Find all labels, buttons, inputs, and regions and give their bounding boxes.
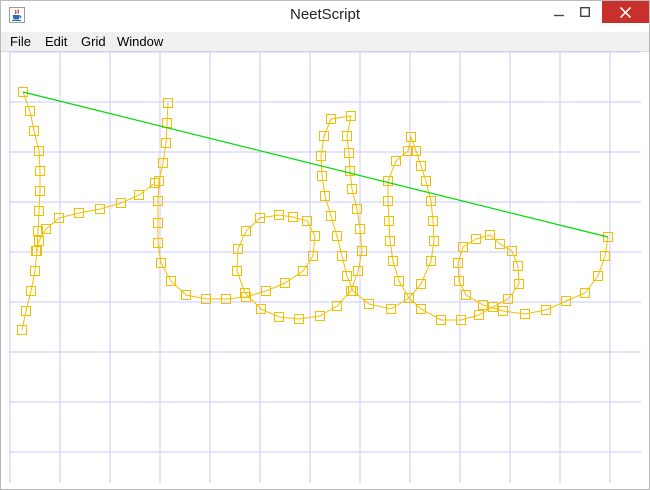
stroke-path [21, 91, 41, 331]
guide-line [22, 91, 609, 238]
title-bar[interactable]: NeetScript [1, 1, 649, 32]
menu-window[interactable]: Window [115, 33, 165, 50]
menu-grid[interactable]: Grid [79, 33, 108, 50]
drawing-canvas[interactable] [9, 51, 641, 483]
stroke-path [157, 102, 609, 321]
app-window: NeetScript File Edit Grid Window [0, 0, 650, 490]
close-button[interactable] [602, 1, 649, 23]
maximize-icon [580, 7, 590, 17]
menu-file[interactable]: File [8, 33, 33, 50]
grid [9, 51, 641, 483]
stroke-layer [17, 87, 613, 335]
menu-bar: File Edit Grid Window [1, 32, 649, 52]
stroke-path [35, 182, 156, 252]
menu-edit[interactable]: Edit [43, 33, 69, 50]
close-icon [620, 6, 631, 18]
